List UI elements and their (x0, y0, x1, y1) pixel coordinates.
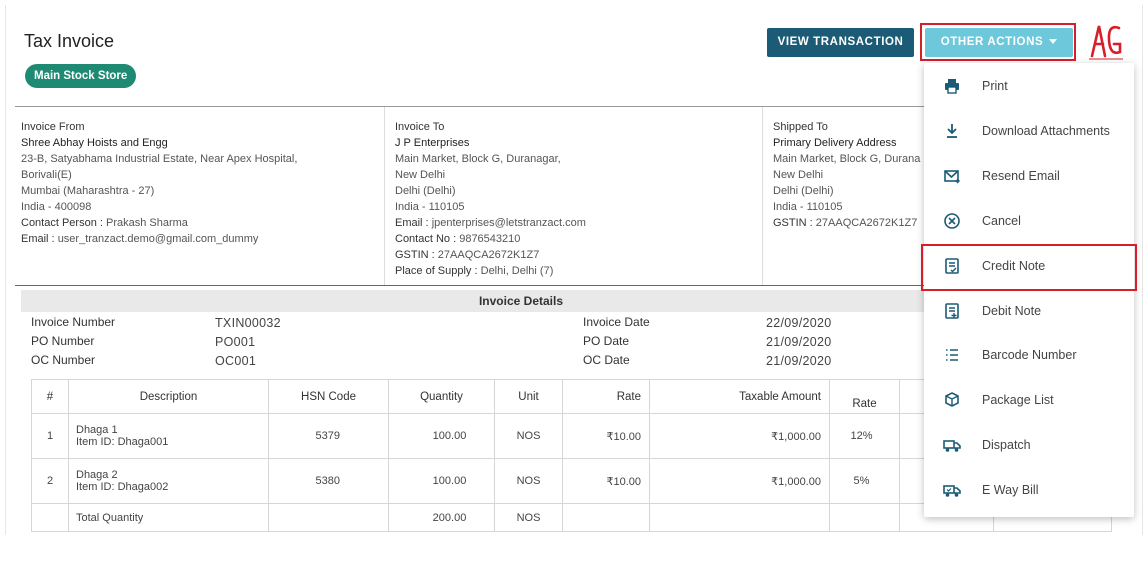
download-icon (947, 124, 957, 138)
po-date-label: PO Date (583, 334, 630, 348)
row-unit: NOS (494, 458, 563, 504)
invoice-from-name: Shree Abhay Hoists and Engg (21, 137, 168, 149)
row-quantity: 100.00 (388, 413, 495, 459)
invoice-to-place-of-supply: Place of Supply : Delhi, Delhi (7) (395, 265, 554, 277)
menu-item-debit-note[interactable]: Debit Note (924, 289, 1134, 333)
credit-note-highlight (921, 244, 1137, 291)
row-igst-rate: 5% (829, 458, 900, 504)
invoice-to-country: India - 110105 (395, 201, 465, 213)
invoice-to-email: Email : jpenterprises@letstranzact.com (395, 217, 586, 229)
total-quantity: 200.00 (388, 503, 495, 532)
col-header-rate: Rate (562, 379, 650, 414)
oc-date-label: OC Date (583, 353, 630, 367)
invoice-from-address-2: Borivali(E) (21, 169, 72, 181)
row-description: Dhaga 2 Item ID: Dhaga002 (68, 458, 269, 504)
printer-icon (945, 79, 959, 94)
row-num: 1 (31, 413, 69, 459)
row-hsn: 5379 (268, 413, 389, 459)
total-unit: NOS (494, 503, 563, 532)
invoice-number-value: TXIN00032 (215, 316, 281, 330)
menu-item-resend-email[interactable]: Resend Email (924, 154, 1134, 198)
menu-item-barcode-number[interactable]: Barcode Number (924, 333, 1134, 377)
menu-item-label: Cancel (982, 214, 1021, 228)
col-header-quantity: Quantity (388, 379, 495, 414)
menu-item-label: E Way Bill (982, 483, 1039, 497)
po-number-value: PO001 (215, 335, 256, 349)
invoice-details-heading: Invoice Details (21, 290, 1021, 312)
menu-item-label: Package List (982, 393, 1054, 407)
invoice-date-value: 22/09/2020 (766, 316, 832, 330)
item-id: Item ID: Dhaga002 (76, 481, 169, 493)
row-hsn: 5380 (268, 458, 389, 504)
invoice-to-name: J P Enterprises (395, 137, 470, 149)
invoice-to-address-1: Main Market, Block G, Duranagar, (395, 153, 561, 165)
invoice-from-contact: Contact Person : Prakash Sharma (21, 217, 188, 229)
invoice-from-email: Email : user_tranzact.demo@gmail.com_dum… (21, 233, 259, 245)
menu-item-label: Debit Note (982, 304, 1042, 318)
menu-item-package-list[interactable]: Package List (924, 378, 1134, 422)
invoice-to-city: Delhi (Delhi) (395, 185, 456, 197)
row-rate: ₹10.00 (562, 458, 650, 504)
invoice-number-label: Invoice Number (31, 315, 116, 329)
invoice-from-label: Invoice From (21, 121, 85, 133)
invoice-date-label: Invoice Date (583, 315, 650, 329)
menu-item-cancel[interactable]: Cancel (924, 199, 1134, 243)
menu-item-label: Download Attachments (982, 124, 1110, 138)
item-name: Dhaga 1 (76, 424, 118, 436)
col-header-unit: Unit (494, 379, 563, 414)
row-taxable: ₹1,000.00 (649, 413, 830, 459)
oc-number-label: OC Number (31, 353, 96, 367)
invoice-from-city: Mumbai (Maharashtra - 27) (21, 185, 155, 197)
menu-item-label: Print (982, 79, 1008, 93)
row-quantity: 100.00 (388, 458, 495, 504)
invoice-from-country: India - 400098 (21, 201, 92, 213)
view-transaction-button[interactable]: VIEW TRANSACTION (767, 28, 914, 57)
page-title: Tax Invoice (24, 31, 115, 51)
menu-item-print[interactable]: Print (924, 64, 1134, 108)
debit-note-icon (945, 303, 959, 319)
package-icon (945, 392, 959, 407)
store-badge: Main Stock Store (25, 64, 137, 88)
other-actions-label: OTHER ACTIONS (940, 36, 1044, 48)
col-header-hsn: HSN Code (268, 379, 389, 414)
menu-item-label: Barcode Number (982, 348, 1077, 362)
invoice-to-block: Invoice To J P Enterprises Main Market, … (384, 107, 762, 285)
invoice-from-address-1: 23-B, Satyabhama Industrial Estate, Near… (21, 153, 298, 165)
row-rate: ₹10.00 (562, 413, 650, 459)
company-logo (1089, 25, 1123, 60)
menu-item-download-attachments[interactable]: Download Attachments (924, 109, 1134, 153)
oc-date-value: 21/09/2020 (766, 354, 832, 368)
col-header-description: Description (68, 379, 269, 414)
invoice-to-address-2: New Delhi (395, 169, 446, 181)
row-num: 2 (31, 458, 69, 504)
caret-down-icon (1049, 39, 1058, 45)
row-igst-rate: 12% (829, 413, 900, 459)
truck-icon (943, 440, 961, 452)
row-taxable: ₹1,000.00 (649, 458, 830, 504)
invoice-to-gstin: GSTIN : 27AAQCA2672K1Z7 (395, 249, 540, 261)
item-name: Dhaga 2 (76, 469, 118, 481)
menu-item-dispatch[interactable]: Dispatch (924, 423, 1134, 467)
email-resend-icon (944, 170, 960, 184)
po-date-value: 21/09/2020 (766, 335, 832, 349)
total-label: Total Quantity (68, 503, 269, 532)
menu-item-e-way-bill[interactable]: E Way Bill (924, 468, 1134, 512)
oc-number-value: OC001 (215, 354, 257, 368)
col-header-num: # (31, 379, 69, 414)
row-description: Dhaga 1 Item ID: Dhaga001 (68, 413, 269, 459)
menu-item-label: Dispatch (982, 438, 1031, 452)
menu-item-label: Resend Email (982, 169, 1060, 183)
col-header-taxable: Taxable Amount (649, 379, 830, 414)
other-actions-button[interactable]: OTHER ACTIONS (925, 28, 1073, 57)
row-unit: NOS (494, 413, 563, 459)
invoice-to-label: Invoice To (395, 121, 445, 133)
list-icon (946, 349, 958, 361)
col-header-igst-rate: Rate (829, 379, 900, 414)
invoice-to-contact: Contact No : 9876543210 (395, 233, 521, 245)
item-id: Item ID: Dhaga001 (76, 436, 169, 448)
invoice-from-block: Invoice From Shree Abhay Hoists and Engg… (21, 107, 381, 285)
po-number-label: PO Number (31, 334, 95, 348)
cancel-circle-icon (944, 213, 960, 229)
eway-truck-icon (943, 485, 961, 497)
